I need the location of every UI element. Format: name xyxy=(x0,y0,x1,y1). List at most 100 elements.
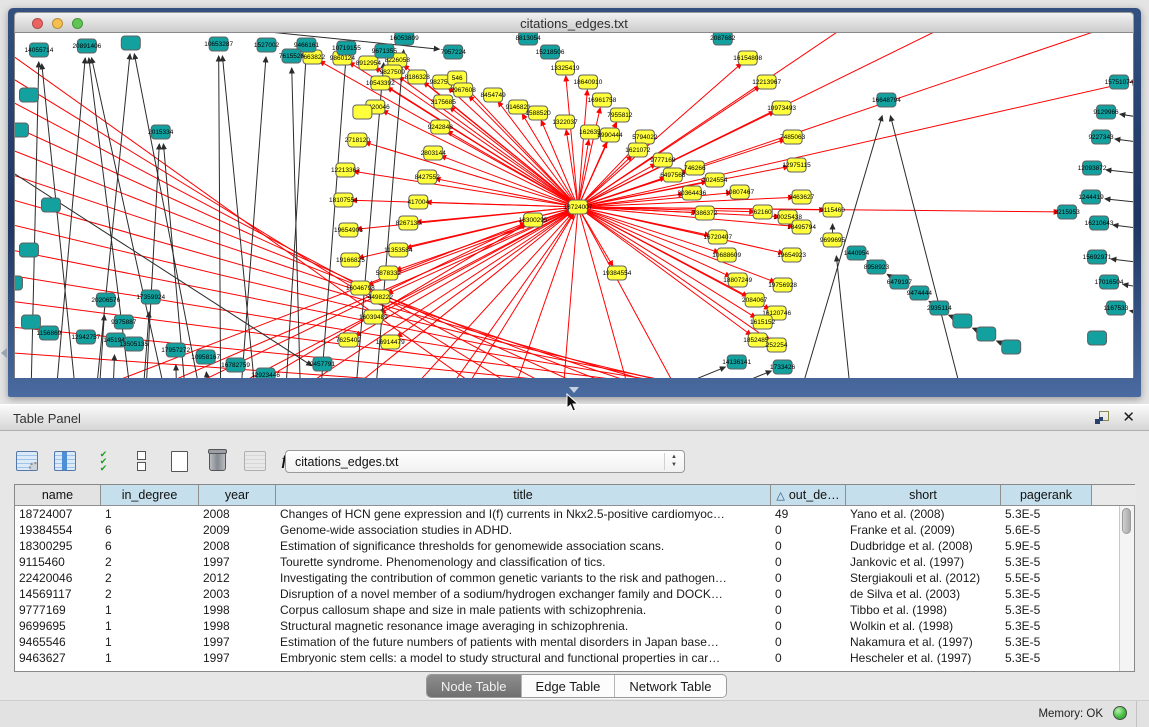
column-header-title[interactable]: title xyxy=(276,485,771,505)
column-header-year[interactable]: year xyxy=(199,485,276,505)
network-node[interactable]: 6497568 xyxy=(660,168,686,182)
network-node[interactable]: 12942757 xyxy=(71,330,100,344)
row-height-button[interactable] xyxy=(128,448,154,474)
table-row[interactable]: 969969511998Structural magnetic resonanc… xyxy=(15,618,1134,634)
network-graph[interactable]: 7663822986012489129548226058982750910543… xyxy=(15,33,1133,378)
float-panel-icon[interactable] xyxy=(1095,411,1109,424)
network-node[interactable]: 9115460 xyxy=(820,203,845,217)
network-node[interactable]: 1733426 xyxy=(770,360,796,374)
network-node[interactable]: 8186328 xyxy=(405,70,431,84)
table-row[interactable]: 1938455462009Genome-wide association stu… xyxy=(15,522,1134,538)
table-row[interactable]: 911546021997Tourette syndrome. Phenomeno… xyxy=(15,554,1134,570)
table-row[interactable]: 1830029562008Estimation of significance … xyxy=(15,538,1134,554)
network-node[interactable]: 3024554 xyxy=(702,173,728,187)
collapse-west-arrow[interactable] xyxy=(1,348,7,358)
network-node[interactable]: 9457791 xyxy=(310,357,336,371)
network-node[interactable] xyxy=(977,327,996,341)
scrollbar-thumb[interactable] xyxy=(1122,508,1131,534)
network-node[interactable] xyxy=(953,314,972,328)
network-node[interactable] xyxy=(41,198,60,212)
network-node[interactable]: 4498222 xyxy=(368,290,394,304)
import-table-button[interactable] xyxy=(242,448,268,474)
table-row[interactable]: 1872400712008Changes of HCN gene express… xyxy=(15,506,1134,522)
network-node[interactable]: 8454749 xyxy=(481,88,507,102)
network-node[interactable]: 1244419 xyxy=(1078,190,1104,204)
network-node[interactable]: 12923446 xyxy=(251,368,280,378)
table-selector-dropdown[interactable]: citations_edges.txt ▲▼ xyxy=(285,450,685,473)
network-node[interactable]: 2015334 xyxy=(148,125,174,139)
network-node[interactable]: 12213363 xyxy=(331,163,360,177)
column-header-pagerank[interactable]: pagerank xyxy=(1001,485,1092,505)
delete-column-button[interactable] xyxy=(204,448,230,474)
network-node[interactable]: 16053809 xyxy=(390,33,419,45)
network-node[interactable]: 8427552 xyxy=(415,170,441,184)
vertical-scrollbar[interactable] xyxy=(1119,506,1134,671)
network-node[interactable]: 1588520 xyxy=(525,106,551,120)
network-node[interactable] xyxy=(19,243,38,257)
network-node[interactable]: 2967608 xyxy=(451,83,477,97)
network-node[interactable]: 18107554 xyxy=(329,193,358,207)
network-node[interactable] xyxy=(1088,331,1107,345)
network-node[interactable]: 2803144 xyxy=(421,146,447,160)
column-select-button[interactable] xyxy=(52,448,78,474)
network-node[interactable]: 16039489 xyxy=(359,310,388,324)
tab-network-table[interactable]: Network Table xyxy=(614,675,725,697)
network-node[interactable]: 13325419 xyxy=(551,61,580,75)
table-row[interactable]: 1456911722003Disruption of a novel membe… xyxy=(15,586,1134,602)
tab-node-table[interactable]: Node Table xyxy=(427,675,521,697)
network-node[interactable]: 17016504 xyxy=(1095,275,1124,289)
network-node[interactable]: 9474444 xyxy=(907,286,933,300)
network-node[interactable]: 8813054 xyxy=(515,33,541,45)
network-node[interactable]: 9129966 xyxy=(1093,105,1119,119)
network-node[interactable] xyxy=(121,36,140,50)
network-node[interactable]: 417004 xyxy=(407,195,429,209)
network-node[interactable]: 2718120 xyxy=(345,133,371,147)
network-node[interactable]: 1156869 xyxy=(37,326,62,340)
network-node[interactable]: 18640910 xyxy=(574,75,603,89)
select-all-button[interactable]: ✔✔✔ xyxy=(90,448,116,474)
network-node[interactable]: 15692971 xyxy=(1083,250,1112,264)
network-node[interactable]: 9671355 xyxy=(372,44,398,58)
table-row[interactable]: 946362711997Embryonic stem cells: a mode… xyxy=(15,650,1134,666)
table-row[interactable]: 2242004622012Investigating the contribut… xyxy=(15,570,1134,586)
network-node[interactable]: 16961758 xyxy=(588,93,617,107)
network-node[interactable]: 2935114 xyxy=(927,301,952,315)
network-node[interactable]: 10807467 xyxy=(725,185,754,199)
table-settings-button[interactable] xyxy=(14,448,40,474)
network-canvas[interactable]: 7663822986012489129548226058982750910543… xyxy=(14,33,1134,378)
network-node[interactable]: 6479197 xyxy=(887,275,913,289)
column-header-outde[interactable]: △out_de… xyxy=(771,485,846,505)
column-header-name[interactable]: name xyxy=(15,485,101,505)
network-node[interactable] xyxy=(19,88,38,102)
network-node[interactable]: 62160 xyxy=(753,205,772,219)
tab-edge-table[interactable]: Edge Table xyxy=(521,675,615,697)
network-node[interactable]: 5794022 xyxy=(632,130,658,144)
network-node[interactable]: 19756928 xyxy=(768,278,797,292)
network-node[interactable]: 1621072 xyxy=(625,143,651,157)
network-node[interactable]: 16210643 xyxy=(1085,216,1114,230)
network-node[interactable]: 252254 xyxy=(766,338,788,352)
memory-status-indicator[interactable] xyxy=(1113,706,1127,720)
network-node[interactable]: 1615152 xyxy=(750,315,776,329)
network-node[interactable]: 8267130 xyxy=(396,216,422,230)
network-node[interactable]: 1440954 xyxy=(844,246,870,260)
network-node[interactable]: 7386372 xyxy=(692,206,718,220)
network-node[interactable]: 1167533 xyxy=(1104,301,1129,315)
network-node[interactable]: 11353584 xyxy=(384,243,413,257)
network-node[interactable]: 2087682 xyxy=(710,33,736,45)
network-node[interactable]: 19384554 xyxy=(603,266,632,280)
network-node[interactable] xyxy=(1002,340,1021,354)
close-panel-icon[interactable]: ✕ xyxy=(1122,408,1135,426)
network-node[interactable]: 19654923 xyxy=(777,248,806,262)
network-node[interactable]: 9699695 xyxy=(820,233,846,247)
network-node[interactable] xyxy=(21,315,40,329)
network-node[interactable]: 20364436 xyxy=(677,186,706,200)
network-node[interactable] xyxy=(15,276,22,290)
network-node[interactable]: 7485063 xyxy=(780,130,806,144)
new-column-button[interactable] xyxy=(166,448,192,474)
network-node[interactable]: 9463627 xyxy=(789,190,815,204)
network-node[interactable]: 9777169 xyxy=(650,153,676,167)
network-node[interactable]: 14136141 xyxy=(722,355,751,369)
network-node[interactable]: 19166825 xyxy=(336,253,365,267)
network-node[interactable]: 9227343 xyxy=(1088,130,1114,144)
